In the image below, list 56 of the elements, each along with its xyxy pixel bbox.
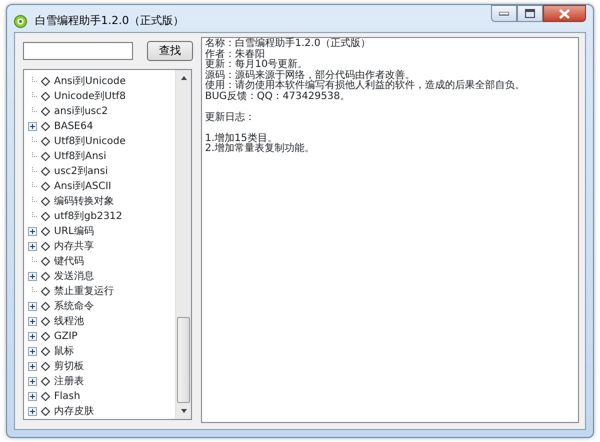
expand-icon[interactable]: [28, 362, 37, 371]
expand-icon[interactable]: [28, 407, 37, 416]
expand-icon[interactable]: [28, 317, 37, 326]
maximize-icon: [525, 9, 535, 18]
minimize-button[interactable]: [491, 5, 517, 22]
details-line: 名称：白雪编程助手1.2.0（正式版）: [205, 39, 372, 49]
tree-item[interactable]: 鼠标: [54, 344, 74, 359]
details-line: 作者：朱春阳: [205, 50, 266, 60]
tree-item[interactable]: BASE64: [54, 119, 94, 134]
expand-icon[interactable]: [28, 377, 37, 386]
expand-icon[interactable]: [28, 392, 37, 401]
tree-item[interactable]: usc2到ansi: [54, 164, 108, 179]
tree-item[interactable]: URL编码: [54, 224, 94, 239]
tree-item[interactable]: Ansi到Unicode: [54, 74, 126, 89]
tree-item[interactable]: 内存皮肤: [54, 404, 94, 419]
tree-item[interactable]: 内存共享: [54, 239, 94, 254]
tree-item[interactable]: 编码转换对象: [54, 194, 114, 209]
details-line: 使用：请勿使用本软件编写有损他人利益的软件，造成的后果全部自负。: [205, 81, 526, 91]
search-button[interactable]: 查找: [147, 41, 193, 61]
tree-item[interactable]: Ansi到ASCII: [54, 179, 112, 194]
tree-item[interactable]: 禁止重复运行: [54, 284, 114, 299]
window-title: 白雪编程助手1.2.0（正式版）: [35, 13, 184, 29]
tree-item[interactable]: utf8到gb2312: [54, 209, 122, 224]
expand-icon[interactable]: [28, 272, 37, 281]
tree-item[interactable]: Unicode到Utf8: [54, 89, 126, 104]
expand-icon[interactable]: [28, 332, 37, 341]
scroll-thumb[interactable]: [177, 317, 190, 403]
close-button[interactable]: [543, 5, 586, 22]
expand-icon[interactable]: [28, 122, 37, 131]
details-line: 1.增加15类目。: [205, 134, 278, 144]
expand-icon[interactable]: [28, 227, 37, 236]
details-line: 源码：源码来源于网络，部分代码由作者改善。: [205, 70, 416, 80]
details-line: 更新日志：: [205, 112, 256, 123]
expand-icon[interactable]: [28, 242, 37, 251]
tree-item[interactable]: GZIP: [54, 329, 78, 344]
tree-item[interactable]: 线程池: [54, 314, 84, 329]
details-line: BUG反馈：QQ：473429538。: [205, 92, 351, 102]
maximize-button[interactable]: [517, 5, 543, 22]
tree-item[interactable]: Utf8到Ansi: [54, 149, 106, 164]
details-line: 2.增加常量表复制功能。: [205, 144, 316, 154]
tree-item[interactable]: 键代码: [54, 254, 84, 269]
tree-item[interactable]: 发送消息: [54, 269, 94, 284]
expand-icon[interactable]: [28, 302, 37, 311]
details-line: 更新：每月10号更新。: [205, 60, 309, 70]
minimize-icon: [499, 12, 509, 16]
tree-item[interactable]: Flash: [54, 389, 80, 404]
app-icon: [14, 14, 27, 28]
scrollbar[interactable]: [175, 70, 191, 419]
tree-item[interactable]: Utf8到Unicode: [54, 134, 126, 149]
tree-item[interactable]: 剪切板: [54, 359, 84, 374]
tree-item[interactable]: ansi到usc2: [54, 104, 108, 119]
expand-icon[interactable]: [28, 347, 37, 356]
tree-item[interactable]: 系统命令: [54, 299, 94, 314]
search-field[interactable]: [23, 42, 133, 60]
tree-item[interactable]: 注册表: [54, 374, 84, 389]
close-icon: [559, 8, 570, 18]
